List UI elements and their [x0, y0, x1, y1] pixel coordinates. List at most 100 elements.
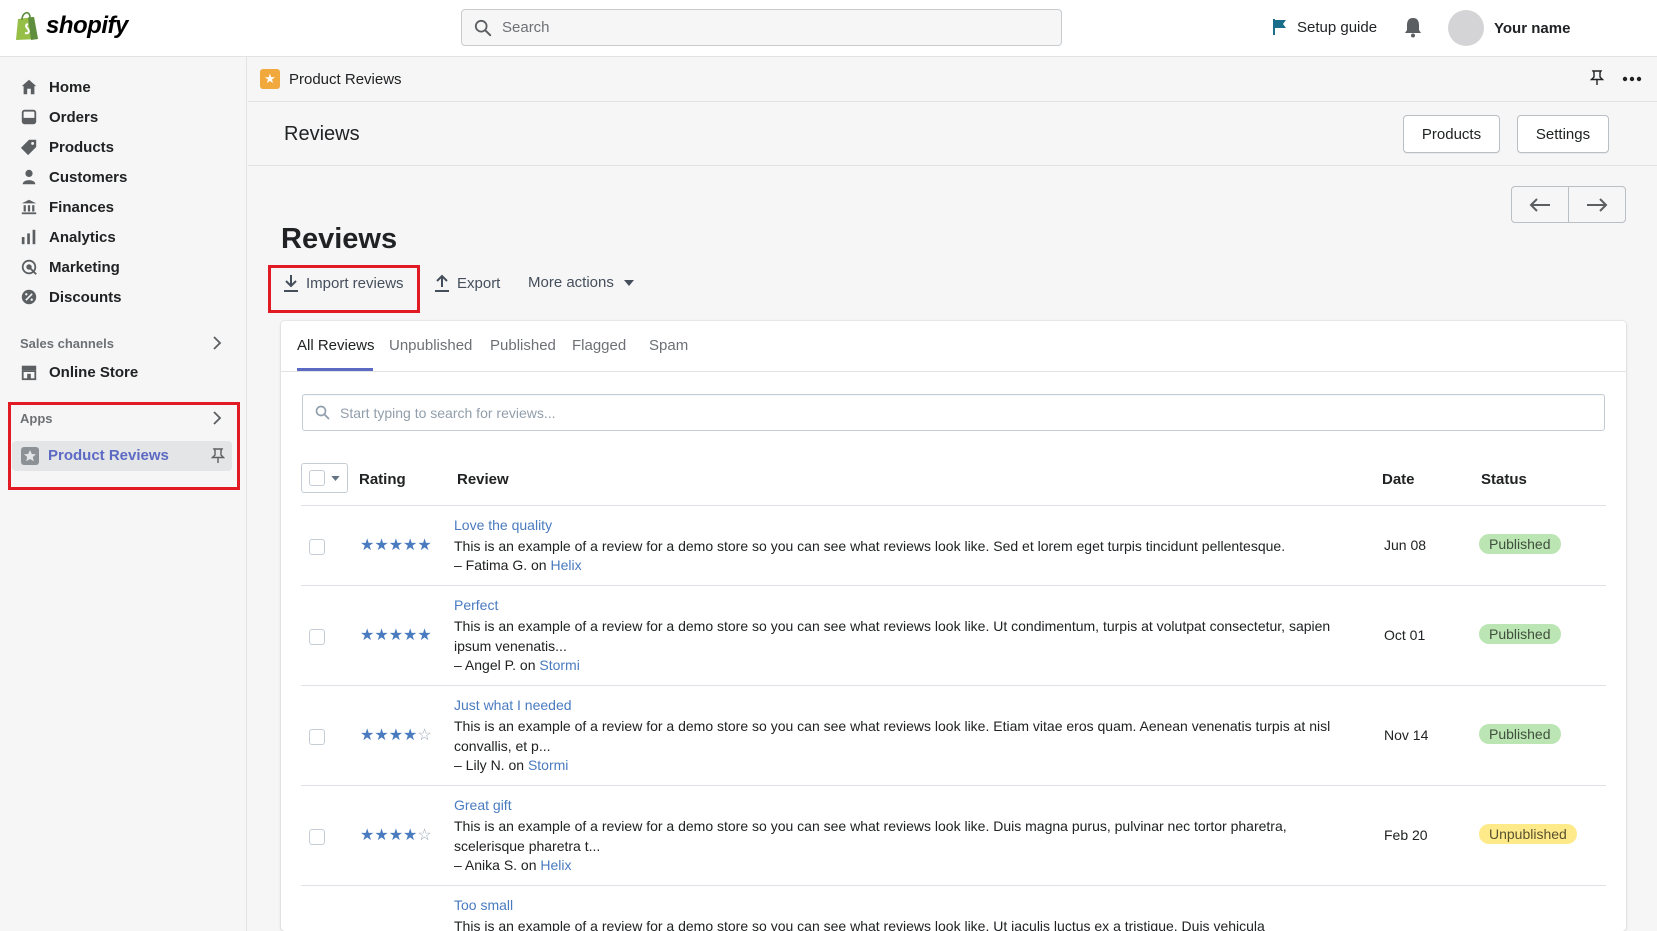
tab-unpublished[interactable]: Unpublished: [389, 337, 472, 354]
notifications-button[interactable]: [1403, 16, 1423, 42]
table-row[interactable]: ★★★★★ Perfect This is an example of a re…: [301, 585, 1606, 685]
orders-icon: [21, 109, 37, 125]
review-author: – Fatima G. on Helix: [454, 557, 582, 573]
review-author: – Lily N. on Stormi: [454, 757, 568, 773]
author-name: – Lily N. on: [454, 757, 528, 773]
active-tab-indicator: [297, 368, 373, 371]
tab-published[interactable]: Published: [490, 337, 556, 354]
export-button[interactable]: Export: [434, 274, 500, 292]
top-bar: shopify Setup guide Your name: [0, 0, 1657, 57]
setup-guide-link[interactable]: Setup guide: [1272, 18, 1377, 36]
pin-icon[interactable]: [211, 448, 225, 464]
table-row[interactable]: Too small This is an example of a review…: [301, 885, 1606, 931]
sidebar-item-label: Finances: [49, 198, 115, 216]
review-title-link[interactable]: Love the quality: [454, 517, 552, 533]
product-link[interactable]: Stormi: [539, 657, 579, 673]
product-link[interactable]: Helix: [540, 857, 571, 873]
search-icon: [474, 19, 492, 36]
review-search-input[interactable]: [340, 404, 1580, 421]
page-header-title: Reviews: [284, 123, 360, 145]
sidebar-item-discounts[interactable]: Discounts: [20, 283, 122, 311]
review-title-link[interactable]: Great gift: [454, 797, 512, 813]
sidebar-item-product-reviews[interactable]: Product Reviews: [12, 441, 232, 471]
import-reviews-button[interactable]: Import reviews: [283, 274, 404, 292]
star-rating: ★★★★☆: [360, 727, 432, 744]
previous-button[interactable]: [1512, 187, 1569, 222]
sidebar-item-analytics[interactable]: Analytics: [20, 223, 116, 251]
tab-spam[interactable]: Spam: [649, 337, 688, 354]
sidebar-item-finances[interactable]: Finances: [20, 193, 114, 221]
author-name: – Anika S. on: [454, 857, 541, 873]
table-row[interactable]: ★★★★☆ Just what I needed This is an exam…: [301, 685, 1606, 785]
star-rating: ★★★★★: [360, 537, 432, 554]
star-app-icon: [21, 447, 39, 465]
app-title: Product Reviews: [289, 71, 402, 88]
tag-icon: [20, 139, 37, 156]
sidebar-item-marketing[interactable]: Marketing: [20, 253, 120, 281]
pagination: [1511, 186, 1626, 223]
sidebar-item-label: Home: [49, 78, 91, 96]
column-header-rating: Rating: [359, 471, 406, 488]
pin-icon[interactable]: [1590, 70, 1604, 86]
caret-down-icon: [331, 475, 340, 481]
sidebar-item-products[interactable]: Products: [20, 133, 114, 161]
author-name: – Angel P. on: [454, 657, 540, 673]
chevron-right-icon[interactable]: [212, 336, 222, 350]
brand-name: shopify: [46, 12, 128, 39]
tab-flagged[interactable]: Flagged: [572, 337, 626, 354]
row-checkbox[interactable]: [309, 829, 325, 845]
user-name: Your name: [1494, 19, 1571, 37]
more-actions-button[interactable]: More actions: [528, 274, 634, 291]
sidebar: Home Orders Products Customers Finances …: [0, 57, 247, 931]
sidebar-item-home[interactable]: Home: [20, 73, 91, 101]
row-checkbox[interactable]: [309, 629, 325, 645]
review-search[interactable]: [302, 394, 1605, 431]
setup-guide-label: Setup guide: [1297, 18, 1378, 36]
sidebar-item-label: Analytics: [49, 228, 116, 246]
sales-channels-label: Sales channels: [20, 336, 114, 351]
column-header-date[interactable]: Date: [1382, 471, 1415, 488]
settings-button[interactable]: Settings: [1517, 115, 1609, 153]
download-icon: [284, 275, 298, 292]
table-row[interactable]: ★★★★☆ Great gift This is an example of a…: [301, 785, 1606, 885]
sidebar-item-orders[interactable]: Orders: [20, 103, 98, 131]
sidebar-item-customers[interactable]: Customers: [20, 163, 127, 191]
sidebar-item-label: Products: [49, 138, 115, 156]
review-body: This is an example of a review for a dem…: [454, 538, 1286, 554]
next-button[interactable]: [1569, 187, 1625, 222]
bulk-select[interactable]: [301, 463, 348, 493]
review-date: Nov 14: [1384, 727, 1429, 743]
shopify-logo[interactable]: shopify: [14, 11, 128, 41]
search-icon: [315, 405, 330, 420]
product-link[interactable]: Helix: [550, 557, 581, 573]
review-body: This is an example of a review for a dem…: [454, 618, 1331, 654]
more-options-icon[interactable]: [1622, 76, 1642, 82]
review-title-link[interactable]: Perfect: [454, 597, 498, 613]
bank-icon: [21, 199, 37, 215]
row-checkbox[interactable]: [309, 729, 325, 745]
review-title-link[interactable]: Just what I needed: [454, 697, 572, 713]
tab-all-reviews[interactable]: All Reviews: [297, 337, 375, 354]
review-date: Oct 01: [1384, 627, 1426, 643]
user-menu[interactable]: Your name: [1448, 10, 1570, 46]
more-actions-label: More actions: [528, 274, 614, 291]
caret-down-icon: [623, 279, 634, 286]
sidebar-item-label: Discounts: [49, 288, 122, 306]
status-badge: Published: [1479, 724, 1561, 744]
select-all-checkbox[interactable]: [309, 470, 325, 486]
flag-icon: [1273, 19, 1286, 35]
review-tabs: All Reviews Unpublished Published Flagge…: [281, 321, 1626, 372]
search-input[interactable]: [502, 19, 1042, 36]
star-icon: ★: [260, 69, 280, 89]
review-title-link[interactable]: Too small: [454, 897, 513, 913]
bell-icon: [1405, 18, 1421, 38]
product-link[interactable]: Stormi: [528, 757, 568, 773]
products-button[interactable]: Products: [1403, 115, 1500, 153]
status-badge: Published: [1479, 534, 1561, 554]
status-badge: Published: [1479, 624, 1561, 644]
table-row[interactable]: ★★★★★ Love the quality This is an exampl…: [301, 505, 1606, 585]
row-checkbox[interactable]: [309, 539, 325, 555]
review-body: This is an example of a review for a dem…: [454, 818, 1287, 854]
global-search[interactable]: [461, 9, 1062, 46]
sidebar-item-online-store[interactable]: Online Store: [20, 358, 138, 386]
